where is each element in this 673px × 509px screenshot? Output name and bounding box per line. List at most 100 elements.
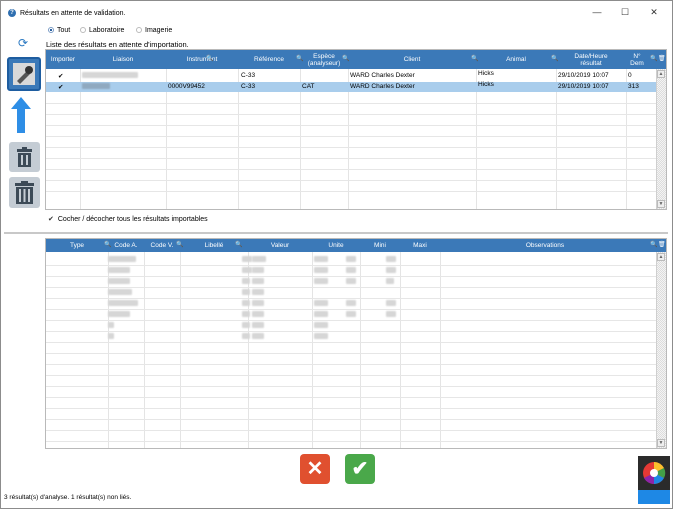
col-reference[interactable]: Référence <box>238 50 300 69</box>
table-row[interactable] <box>46 310 656 320</box>
redacted-cell <box>108 267 130 275</box>
close-button[interactable]: ✕ <box>647 6 661 18</box>
refresh-icon[interactable]: ⟳ <box>18 37 30 49</box>
redacted-cell <box>252 333 264 341</box>
toggle-all-checkbox[interactable]: ✔ Cocher / décocher tous les résultats i… <box>48 215 208 224</box>
col-espece[interactable]: Espèce (analyseur) <box>300 50 348 69</box>
toggle-all-label: Cocher / décocher tous les résultats imp… <box>57 215 208 223</box>
redacted-cell <box>242 300 250 308</box>
table-row[interactable] <box>46 332 656 342</box>
col-animal[interactable]: Animal <box>476 50 556 69</box>
sort-icon[interactable]: 🔍 <box>235 241 242 248</box>
scroll-down-button[interactable]: ▼ <box>657 200 665 208</box>
redacted-cell <box>386 311 396 319</box>
scroll-up-button[interactable]: ▲ <box>657 253 665 261</box>
vertical-scrollbar[interactable]: ▲ ▼ <box>656 252 666 448</box>
redacted-cell <box>346 267 356 275</box>
scroll-down-button[interactable]: ▼ <box>657 439 665 447</box>
redacted-cell <box>108 289 132 297</box>
animal-cell: Hicks <box>478 81 494 88</box>
col-instrument[interactable]: Instrument <box>166 50 238 69</box>
import-button[interactable] <box>7 57 41 91</box>
grid-header: Type Code A. Code V. Libellé Valeur Unit… <box>46 239 666 252</box>
col-observations[interactable]: Observations <box>440 239 650 252</box>
filter-label: Tout <box>57 26 71 34</box>
grid-header: Importer Liaison Instrument Référence Es… <box>46 50 666 69</box>
redacted-cell <box>242 322 250 330</box>
reference-cell: C-33 <box>241 72 256 79</box>
import-checkbox[interactable]: ✔ <box>58 72 63 80</box>
client-cell: WARD Charles Dexter <box>350 72 415 79</box>
trash-icon[interactable]: 🗑 <box>658 55 666 62</box>
col-liaison[interactable]: Liaison <box>80 50 166 69</box>
scroll-up-button[interactable]: ▲ <box>657 70 665 78</box>
cancel-button[interactable]: ✕ <box>300 454 330 484</box>
sort-icon[interactable]: 🔍 <box>206 55 213 62</box>
filter-imagerie[interactable]: Imagerie <box>136 26 172 34</box>
redacted-cell <box>252 289 264 297</box>
table-row[interactable] <box>46 321 656 331</box>
filter-laboratoire[interactable]: Laboratoire <box>80 26 124 34</box>
delete-button[interactable] <box>9 142 40 172</box>
sort-icon[interactable]: 🔍 <box>342 55 349 62</box>
table-row[interactable] <box>46 266 656 276</box>
sort-icon[interactable]: 🔍 <box>176 241 183 248</box>
radio-dot <box>136 27 142 33</box>
validate-button[interactable]: ✔ <box>345 454 375 484</box>
redacted-cell <box>346 278 356 286</box>
table-row[interactable] <box>46 288 656 298</box>
redacted-cell <box>252 300 264 308</box>
filter-tout[interactable]: Tout <box>48 26 70 34</box>
redacted-cell <box>314 333 328 341</box>
col-maxi[interactable]: Maxi <box>400 239 440 252</box>
theme-panel[interactable] <box>638 456 670 504</box>
redacted-cell <box>346 300 356 308</box>
redacted-cell <box>252 311 264 319</box>
vertical-scrollbar[interactable]: ▲ ▼ <box>656 69 666 209</box>
table-row[interactable]: ✔ C-33 WARD Charles Dexter Hicks 29/10/2… <box>46 70 656 81</box>
redacted-cell <box>314 278 328 286</box>
sort-icon[interactable]: 🔍 <box>551 55 558 62</box>
col-unite[interactable]: Unite <box>312 239 360 252</box>
redacted-cell <box>314 267 328 275</box>
redacted-cell <box>242 278 250 286</box>
col-date[interactable]: Date/Heure résultat <box>556 50 626 69</box>
trash-icon[interactable]: 🗑 <box>658 241 666 248</box>
redacted-cell <box>252 278 264 286</box>
table-row[interactable] <box>46 255 656 265</box>
import-checkbox[interactable]: ✔ <box>58 83 63 91</box>
col-valeur[interactable]: Valeur <box>248 239 312 252</box>
redacted-cell <box>242 311 250 319</box>
redacted-cell <box>386 278 394 286</box>
col-type[interactable]: Type <box>46 239 108 252</box>
col-mini[interactable]: Mini <box>360 239 400 252</box>
status-bar: 3 résultat(s) d'analyse. 1 résultat(s) n… <box>4 494 132 501</box>
analysis-details-grid: Type Code A. Code V. Libellé Valeur Unit… <box>45 238 667 449</box>
espece-cell: CAT <box>302 83 315 90</box>
table-row[interactable] <box>46 299 656 309</box>
filter-label: Laboratoire <box>89 26 125 34</box>
sort-icon[interactable]: 🔍 <box>296 55 303 62</box>
trash-all-icon <box>15 181 34 204</box>
table-row[interactable] <box>46 277 656 287</box>
col-code-v[interactable]: Code V. <box>144 239 180 252</box>
delete-all-button[interactable] <box>9 177 40 208</box>
panel-splitter[interactable] <box>4 232 668 234</box>
sort-icon[interactable]: 🔍 <box>650 55 657 62</box>
sort-icon[interactable]: 🔍 <box>650 241 657 248</box>
col-code-a[interactable]: Code A. <box>108 239 144 252</box>
sort-icon[interactable]: 🔍 <box>104 241 111 248</box>
col-num[interactable]: N° Dem <box>626 50 648 69</box>
maximize-button[interactable]: ☐ <box>618 6 632 18</box>
sort-icon[interactable]: 🔍 <box>471 55 478 62</box>
table-row[interactable]: ✔ 0000V99452 C-33 CAT WARD Charles Dexte… <box>46 81 656 92</box>
redacted-cell <box>108 322 114 330</box>
col-client[interactable]: Client <box>348 50 476 69</box>
redacted-cell <box>252 267 264 275</box>
liaison-cell <box>82 72 138 80</box>
trash-icon <box>17 147 32 167</box>
arrow-up-icon <box>10 95 32 135</box>
minimize-button[interactable]: — <box>590 6 604 18</box>
col-importer[interactable]: Importer <box>46 50 80 69</box>
filter-label: Imagerie <box>145 26 173 34</box>
